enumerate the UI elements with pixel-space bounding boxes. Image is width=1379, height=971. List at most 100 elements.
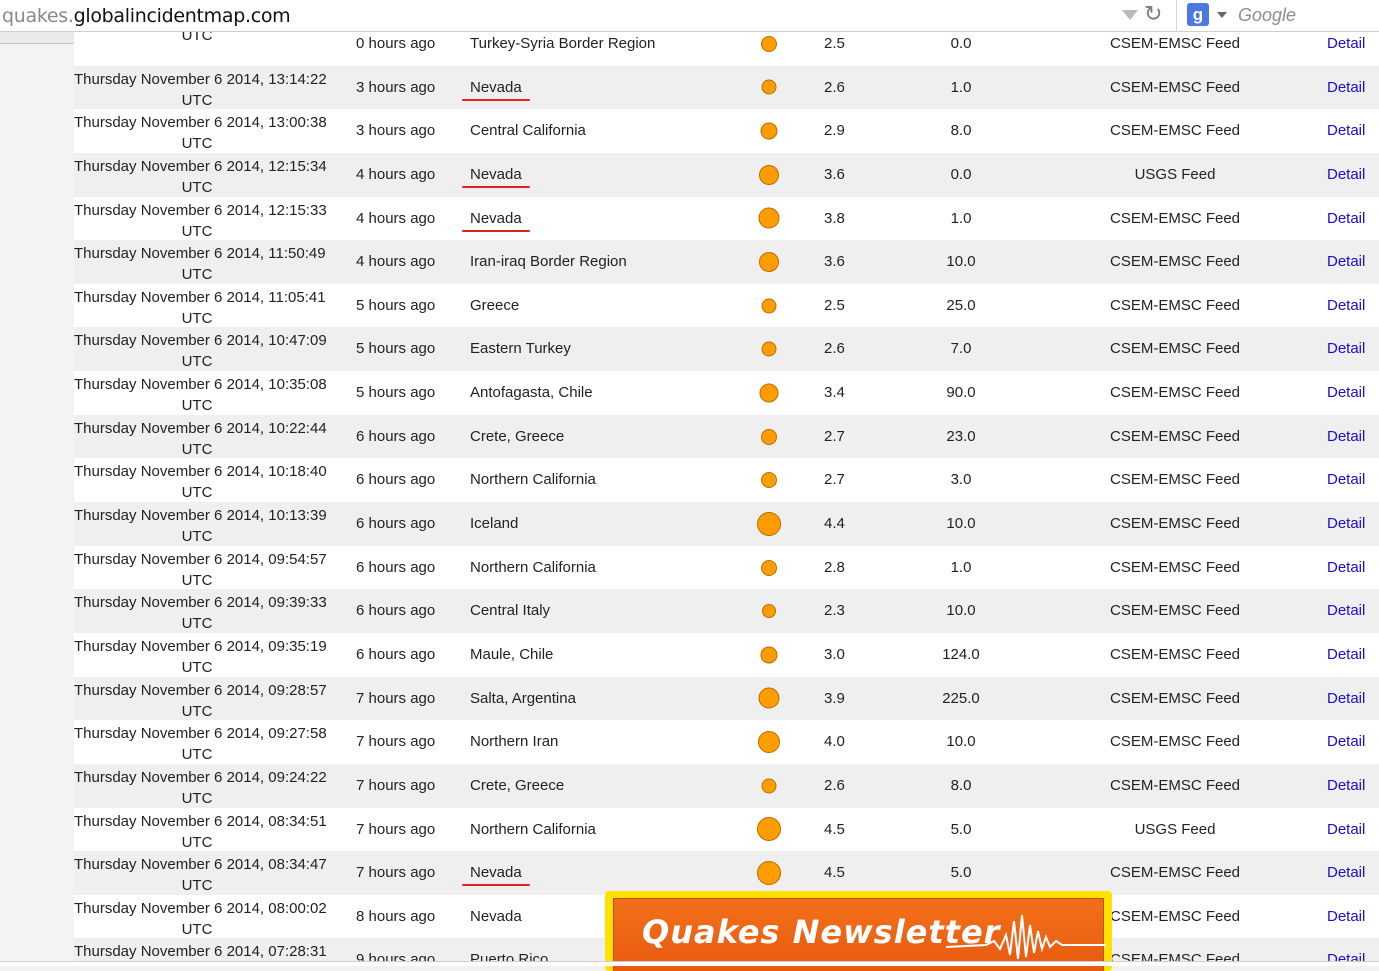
event-depth: 8.0: [950, 776, 972, 794]
detail-link[interactable]: Detail: [1327, 690, 1365, 707]
magnitude-dot-icon: [758, 687, 780, 709]
event-source: CSEM-EMSC Feed: [1109, 35, 1241, 52]
event-datetime: Thursday November 6 2014, 12:15:33: [74, 201, 327, 219]
event-region: Northern California: [470, 820, 596, 838]
event-region: Iceland: [470, 515, 519, 533]
event-time: Thursday November 6 2014, 10:13:39 UTC: [74, 505, 327, 547]
magnitude-dot-icon: [761, 35, 777, 52]
magnitude-dot-icon: [761, 79, 777, 95]
event-depth: 0.0: [950, 35, 972, 52]
magnitude-dot-icon: [759, 164, 779, 185]
event-region: Northern Iran: [470, 733, 559, 751]
event-depth: 25.0: [946, 296, 976, 314]
magnitude-dot-icon: [761, 428, 777, 445]
url-host: globalincidentmap.com: [73, 5, 291, 27]
magnitude-dot-icon: [761, 298, 777, 314]
detail-link[interactable]: Detail: [1327, 384, 1365, 401]
event-time: Thursday November 6 2014, 10:18:40 UTC: [74, 461, 327, 503]
url-history-dropdown-icon[interactable]: [1122, 10, 1138, 20]
detail-link[interactable]: Detail: [1327, 559, 1365, 576]
event-depth: 1.0: [950, 558, 972, 576]
detail-link[interactable]: Detail: [1327, 122, 1365, 139]
address-bar[interactable]: quakes.globalincidentmap.com ↻ g Google: [0, 0, 1379, 32]
event-depth: 23.0: [946, 427, 976, 445]
event-age: 6 hours ago: [356, 515, 436, 533]
search-engine-caret-icon[interactable]: [1217, 12, 1227, 18]
detail-link[interactable]: Detail: [1327, 908, 1365, 925]
quake-row: Thursday November 6 2014, 10:22:44 UTC 6 h…: [74, 414, 1379, 459]
search-input[interactable]: Google: [1238, 5, 1296, 26]
event-time: Thursday November 6 2014, 08:00:02 UTC: [74, 898, 327, 940]
event-time: Thursday November 6 2014, 09:27:58 UTC: [74, 723, 327, 765]
event-source: CSEM-EMSC Feed: [1109, 471, 1241, 489]
event-region: Crete, Greece: [470, 776, 565, 794]
event-region: Crete, Greece: [470, 427, 565, 445]
event-depth: 124.0: [942, 645, 980, 663]
event-age: 6 hours ago: [356, 558, 436, 576]
detail-link[interactable]: Detail: [1327, 864, 1365, 881]
detail-link[interactable]: Detail: [1327, 733, 1365, 750]
event-magnitude: 3.0: [824, 645, 845, 663]
event-age: 8 hours ago: [356, 907, 436, 925]
magnitude-dot-icon: [762, 604, 776, 619]
event-datetime: Thursday November 6 2014, 10:13:39: [74, 507, 327, 525]
detail-link[interactable]: Detail: [1327, 297, 1365, 314]
search-box[interactable]: g Google: [1184, 2, 1379, 29]
detail-link[interactable]: Detail: [1327, 777, 1365, 794]
event-source: CSEM-EMSC Feed: [1109, 122, 1241, 140]
event-datetime: Thursday November 6 2014, 07:28:31: [74, 943, 327, 961]
reload-icon[interactable]: ↻: [1144, 2, 1162, 28]
magnitude-dot-icon: [757, 817, 781, 842]
quake-row: UTC 0 hours ago Turkey-Syria Border Region…: [74, 32, 1379, 66]
event-region: Turkey-Syria Border Region: [470, 35, 656, 52]
event-time: Thursday November 6 2014, 11:05:41 UTC: [74, 287, 326, 329]
event-time: Thursday November 6 2014, 12:15:34 UTC: [74, 156, 327, 198]
detail-link[interactable]: Detail: [1327, 515, 1365, 532]
event-time: Thursday November 6 2014, 08:34:47 UTC: [74, 854, 327, 896]
url-text[interactable]: quakes.globalincidentmap.com: [2, 5, 291, 27]
detail-link[interactable]: Detail: [1327, 166, 1365, 183]
event-age: 5 hours ago: [356, 384, 436, 402]
event-age: 4 hours ago: [356, 209, 436, 227]
event-datetime: Thursday November 6 2014, 09:27:58: [74, 725, 327, 743]
event-timezone: UTC: [181, 702, 213, 720]
event-time: Thursday November 6 2014, 11:50:49 UTC: [74, 243, 326, 285]
event-age: 5 hours ago: [356, 340, 436, 358]
event-time: Thursday November 6 2014, 09:39:33 UTC: [74, 592, 327, 634]
event-magnitude: 2.6: [824, 776, 845, 794]
detail-link[interactable]: Detail: [1327, 428, 1365, 445]
event-datetime: Thursday November 6 2014, 09:39:33: [74, 594, 327, 612]
detail-link[interactable]: Detail: [1327, 35, 1365, 52]
event-depth: 5.0: [950, 820, 972, 838]
event-age: 6 hours ago: [356, 427, 436, 445]
event-source: CSEM-EMSC Feed: [1109, 907, 1241, 925]
detail-link[interactable]: Detail: [1327, 340, 1365, 357]
detail-link[interactable]: Detail: [1327, 471, 1365, 488]
event-region: Northern California: [470, 558, 596, 576]
newsletter-banner[interactable]: Quakes Newsletter: [605, 891, 1112, 971]
event-datetime: Thursday November 6 2014, 09:24:22: [74, 768, 327, 786]
quake-row: Thursday November 6 2014, 09:39:33 UTC 6 h…: [74, 589, 1379, 633]
detail-link[interactable]: Detail: [1327, 253, 1365, 270]
detail-link[interactable]: Detail: [1327, 210, 1365, 227]
event-region: Northern California: [470, 471, 596, 489]
event-age: 6 hours ago: [356, 645, 436, 663]
event-magnitude: 3.8: [824, 209, 845, 227]
event-magnitude: 2.7: [824, 471, 845, 489]
detail-link[interactable]: Detail: [1327, 602, 1365, 619]
event-timezone: UTC: [181, 440, 213, 458]
detail-link[interactable]: Detail: [1327, 646, 1365, 663]
page-content: UTC 0 hours ago Turkey-Syria Border Region…: [0, 32, 1379, 966]
g-plus-icon[interactable]: g: [1187, 3, 1209, 26]
event-datetime: Thursday November 6 2014, 10:47:09: [74, 332, 327, 350]
event-magnitude: 3.6: [824, 253, 845, 271]
quake-row: Thursday November 6 2014, 13:14:22 UTC 3 h…: [74, 65, 1379, 110]
event-timezone: UTC: [181, 528, 213, 546]
detail-link[interactable]: Detail: [1327, 821, 1365, 838]
event-time: Thursday November 6 2014, 09:28:57 UTC: [74, 680, 327, 722]
event-magnitude: 2.9: [824, 122, 845, 140]
quake-row: Thursday November 6 2014, 10:47:09 UTC 5 h…: [74, 327, 1379, 372]
detail-link[interactable]: Detail: [1327, 79, 1365, 96]
event-timezone: UTC: [181, 920, 213, 938]
quake-row: Thursday November 6 2014, 09:24:22 UTC 7 h…: [74, 763, 1379, 808]
